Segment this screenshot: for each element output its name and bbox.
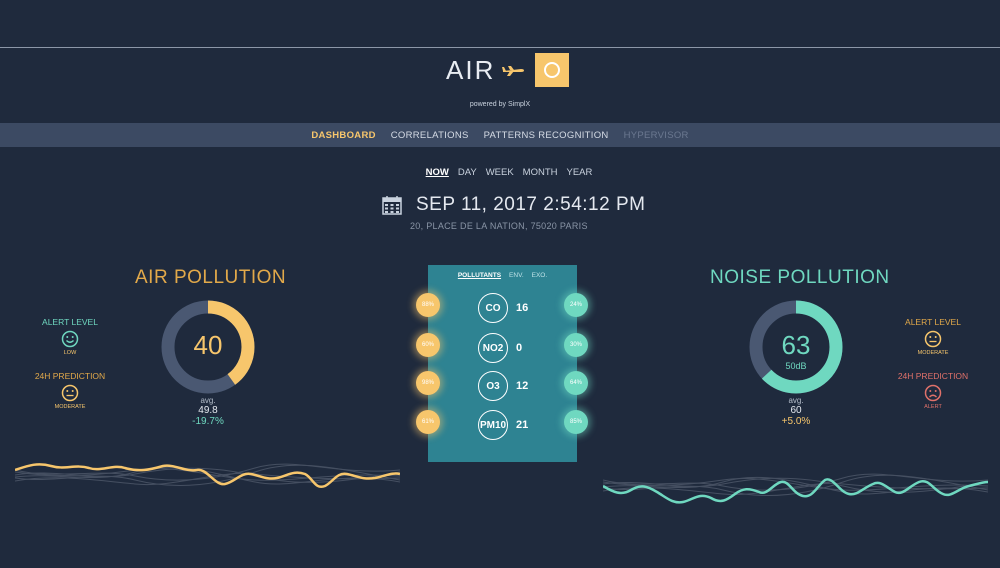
header-divider [0, 47, 1000, 48]
co-left-percent[interactable]: 88% [416, 293, 440, 317]
airplane-icon [502, 66, 525, 76]
air-pollution-title: AIR POLLUTION [135, 267, 287, 288]
pollutant-value: 12 [516, 380, 529, 392]
co-right-percent[interactable]: 24% [564, 293, 588, 317]
pollutant-value: 16 [516, 302, 529, 314]
pollutant-name: NO2 [478, 333, 508, 363]
period-year[interactable]: YEAR [567, 167, 593, 178]
sad-face-icon [924, 384, 942, 402]
noise-change: +5.0% [781, 416, 811, 427]
tab-env[interactable]: ENV. [509, 272, 524, 279]
pollutant-row-co: CO 16 [478, 293, 568, 323]
noise-avg-label: avg. [788, 396, 804, 405]
pollutant-row-no2: NO2 0 [478, 333, 568, 363]
air-change: -19.7% [192, 416, 224, 427]
pollutant-value: 0 [516, 342, 523, 354]
main-nav: DASHBOARD CORRELATIONS PATTERNS RECOGNIT… [0, 123, 1000, 147]
air-avg-label: avg. [200, 396, 216, 405]
neutral-face-icon [61, 384, 79, 402]
pollutant-row-pm10: PM10 21 [478, 410, 568, 440]
logo-badge [535, 53, 570, 87]
o3-left-percent[interactable]: 98% [416, 371, 440, 395]
noise-prediction-label: 24H PREDICTION [897, 371, 969, 381]
neutral-face-icon [924, 330, 942, 348]
panel-tabs: POLLUTANTS ENV. EXO. [428, 272, 577, 279]
app-logo: AIR [446, 52, 570, 88]
air-alert-level-label: ALERT LEVEL [42, 317, 98, 327]
pm10-left-percent[interactable]: 61% [416, 410, 440, 434]
noise-prediction-status: ALERT [924, 404, 942, 410]
period-month[interactable]: MONTH [523, 167, 558, 178]
air-pollution-trend [15, 463, 400, 489]
nav-patterns-recognition[interactable]: PATTERNS RECOGNITION [484, 130, 609, 141]
pollutants-panel: POLLUTANTS ENV. EXO. CO 16 NO2 0 O3 12 P… [428, 265, 577, 462]
noise-pollution-trend [603, 473, 988, 504]
air-prediction-status: MODERATE [54, 404, 86, 410]
current-datetime: SEP 11, 2017 2:54:12 PM [416, 194, 646, 215]
noise-unit: 50dB [785, 361, 807, 371]
noise-pollution-title: NOISE POLLUTION [710, 267, 890, 288]
air-prediction-label: 24H PREDICTION [34, 371, 106, 381]
noise-level-value: 63 [781, 330, 811, 360]
air-quality-value: 40 [193, 330, 223, 360]
nav-hypervisor[interactable]: HYPERVISOR [624, 130, 689, 141]
powered-by: powered by SimplX [469, 101, 531, 108]
pollutant-name: CO [478, 293, 508, 323]
location-address: 20, PLACE DE LA NATION, 75020 PARIS [410, 221, 588, 231]
air-alert-status: LOW [63, 350, 77, 356]
pollutant-name: PM10 [478, 410, 508, 440]
period-day[interactable]: DAY [458, 167, 477, 178]
nav-dashboard[interactable]: DASHBOARD [311, 130, 375, 141]
no2-right-percent[interactable]: 30% [564, 333, 588, 357]
no2-left-percent[interactable]: 60% [416, 333, 440, 357]
period-now[interactable]: NOW [426, 167, 449, 178]
happy-face-icon [61, 330, 79, 348]
logo-text: AIR [446, 54, 496, 85]
noise-alert-level-label: ALERT LEVEL [905, 317, 961, 327]
air-avg-value: 49.8 [198, 405, 218, 416]
pollutant-name: O3 [478, 371, 508, 401]
period-selector: NOW DAY WEEK MONTH YEAR [0, 167, 1000, 178]
calendar-icon[interactable] [382, 195, 402, 215]
o3-right-percent[interactable]: 64% [564, 371, 588, 395]
tab-exo[interactable]: EXO. [532, 272, 548, 279]
pm10-right-percent[interactable]: 85% [564, 410, 588, 434]
datetime-display: SEP 11, 2017 2:54:12 PM [382, 194, 645, 216]
pollutant-row-o3: O3 12 [478, 371, 568, 401]
noise-alert-status: MODERATE [917, 350, 949, 356]
tab-pollutants[interactable]: POLLUTANTS [458, 272, 501, 279]
pollutant-value: 21 [516, 419, 529, 431]
noise-avg-value: 60 [790, 405, 802, 416]
period-week[interactable]: WEEK [486, 167, 514, 178]
nav-correlations[interactable]: CORRELATIONS [391, 130, 469, 141]
